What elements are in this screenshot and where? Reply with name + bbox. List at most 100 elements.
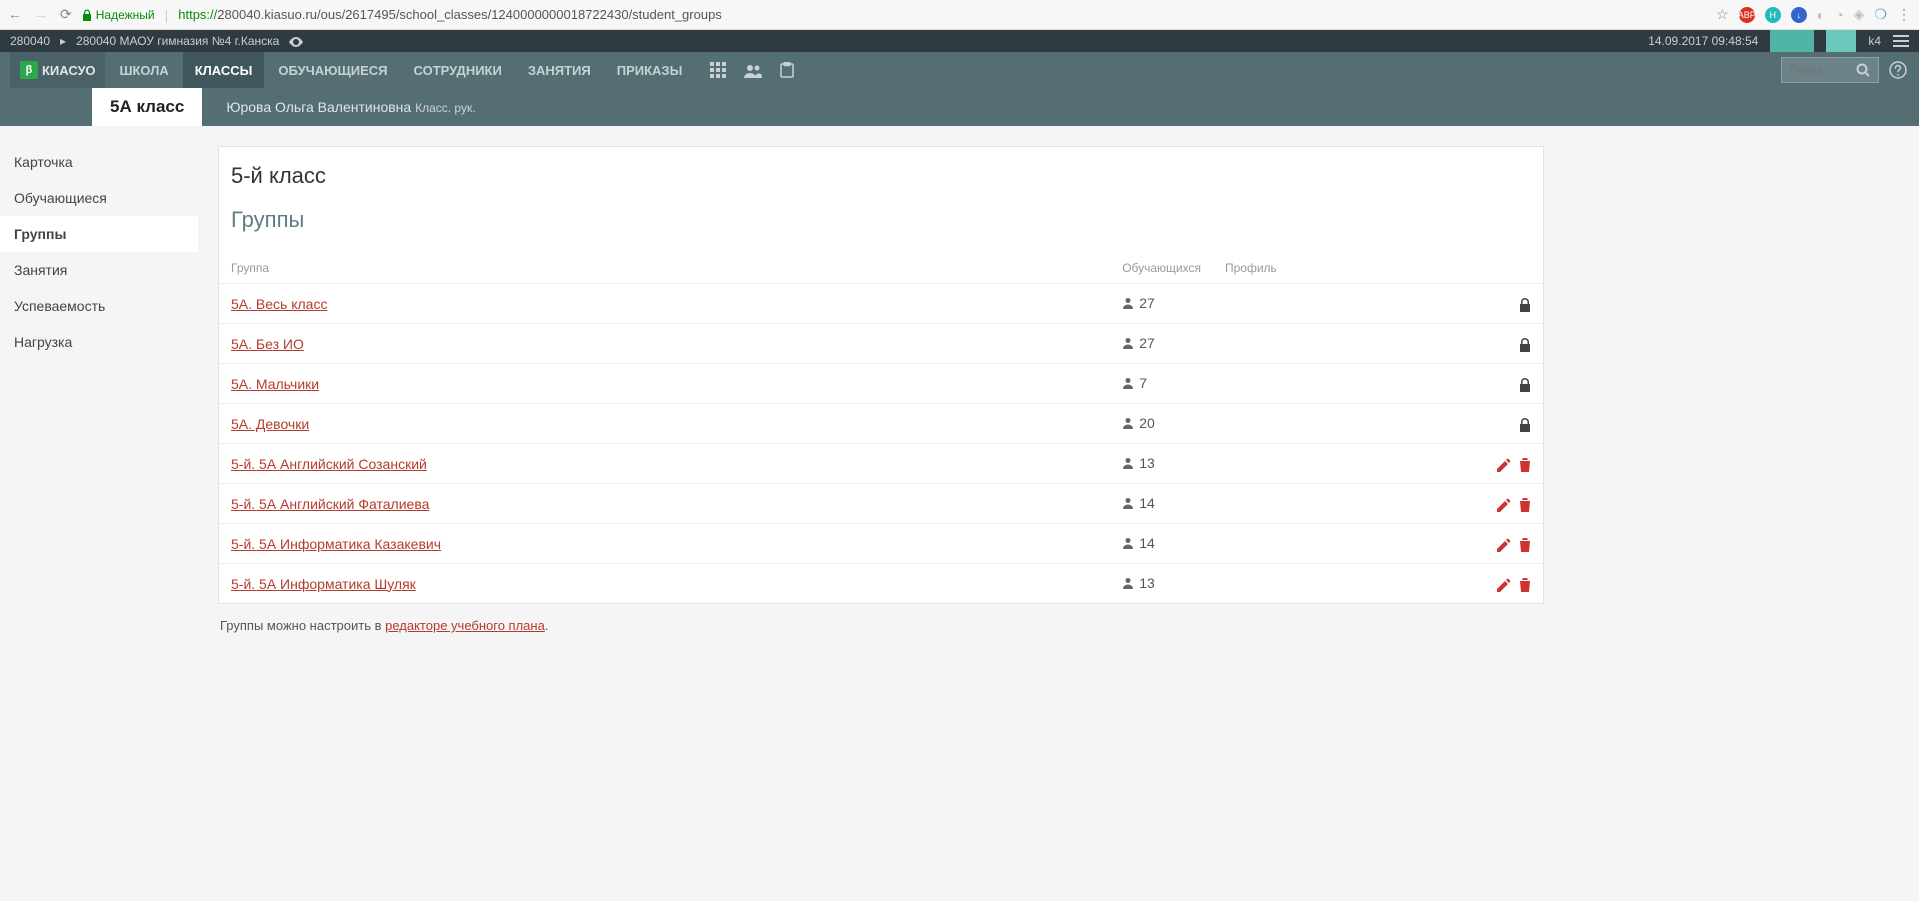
- delete-icon[interactable]: [1519, 495, 1531, 511]
- sidebar: КарточкаОбучающиесяГруппыЗанятияУспеваем…: [0, 126, 198, 667]
- status-block-1[interactable]: [1770, 30, 1814, 52]
- search-icon: [1856, 63, 1870, 77]
- table-row: 5-й. 5А Английский Фаталиева 14: [219, 484, 1543, 524]
- sidebar-item-4[interactable]: Успеваемость: [0, 288, 198, 324]
- edit-icon[interactable]: [1497, 495, 1511, 511]
- secure-indicator: Надежный: [82, 8, 155, 22]
- delete-icon[interactable]: [1519, 575, 1531, 591]
- group-link[interactable]: 5А. Весь класс: [231, 296, 327, 312]
- ext-down-icon[interactable]: ↓: [1791, 7, 1807, 23]
- sidebar-item-2[interactable]: Группы: [0, 216, 198, 252]
- back-icon[interactable]: ←: [8, 6, 22, 23]
- star-icon[interactable]: ☆: [1716, 6, 1729, 23]
- url-scheme: https://: [178, 7, 217, 22]
- student-count: 7: [1122, 375, 1147, 391]
- nav-item-0[interactable]: ШКОЛА: [107, 52, 180, 88]
- menu-icon[interactable]: [1893, 35, 1909, 47]
- nav-item-3[interactable]: СОТРУДНИКИ: [402, 52, 514, 88]
- ext-h-icon[interactable]: H: [1765, 7, 1781, 23]
- people-icon[interactable]: [744, 62, 762, 78]
- col-group: Группа: [219, 253, 1110, 284]
- footnote: Группы можно настроить в редакторе учебн…: [218, 604, 1544, 647]
- brand[interactable]: β КИАСУО: [10, 52, 105, 88]
- lock-icon: [1519, 335, 1531, 351]
- lock-icon: [1519, 295, 1531, 311]
- brand-name: КИАСУО: [42, 63, 95, 78]
- teacher-role: Класс. рук.: [415, 101, 475, 115]
- lock-icon: [1519, 415, 1531, 431]
- teacher-name: Юрова Ольга Валентиновна: [226, 99, 411, 115]
- search-input[interactable]: [1790, 63, 1850, 77]
- edit-icon[interactable]: [1497, 455, 1511, 471]
- sidebar-item-1[interactable]: Обучающиеся: [0, 180, 198, 216]
- ext-cube-icon[interactable]: ◈: [1854, 6, 1865, 23]
- forward-icon[interactable]: →: [34, 6, 48, 23]
- reload-icon[interactable]: ⟳: [60, 6, 72, 23]
- secure-label: Надежный: [96, 8, 155, 22]
- eye-icon[interactable]: [289, 34, 303, 48]
- table-row: 5А. Без ИО 27: [219, 324, 1543, 364]
- lock-icon: [1519, 375, 1531, 391]
- context-bar: 280040 ▸ 280040 МАОУ гимназия №4 г.Канск…: [0, 30, 1919, 52]
- student-count: 14: [1122, 495, 1155, 511]
- url-bar[interactable]: https://280040.kiasuo.ru/ous/2617495/sch…: [178, 7, 1706, 22]
- table-row: 5-й. 5А Информатика Казакевич 14: [219, 524, 1543, 564]
- edit-icon[interactable]: [1497, 575, 1511, 591]
- user-label[interactable]: k4: [1868, 34, 1881, 48]
- groups-table: Группа Обучающихся Профиль 5А. Весь клас…: [219, 253, 1543, 603]
- lock-icon: [82, 9, 92, 21]
- group-link[interactable]: 5А. Без ИО: [231, 336, 304, 352]
- browser-chrome: ← → ⟳ Надежный | https://280040.kiasuo.r…: [0, 0, 1919, 30]
- class-tab[interactable]: 5А класс: [92, 88, 202, 126]
- kebab-icon[interactable]: ⋮: [1897, 6, 1911, 23]
- clipboard-icon[interactable]: [780, 62, 794, 79]
- class-label: 5А класс: [110, 97, 184, 117]
- table-row: 5-й. 5А Информатика Шуляк 13: [219, 564, 1543, 604]
- ext-user-icon[interactable]: ◔: [1835, 7, 1843, 23]
- datetime: 14.09.2017 09:48:54: [1648, 34, 1758, 48]
- browser-nav-buttons: ← → ⟳: [8, 6, 72, 23]
- table-row: 5А. Весь класс 27: [219, 284, 1543, 324]
- beta-badge: β: [20, 61, 38, 79]
- browser-extensions: ☆ ABP H ↓ ◐ ◔ ◈ ❍ ⋮: [1716, 6, 1911, 23]
- search-box[interactable]: [1781, 57, 1879, 83]
- section-title: Группы: [219, 197, 1543, 253]
- nav-item-1[interactable]: КЛАССЫ: [183, 52, 265, 88]
- ext-g-icon[interactable]: ❍: [1874, 6, 1887, 23]
- table-row: 5А. Мальчики 7: [219, 364, 1543, 404]
- sidebar-item-0[interactable]: Карточка: [0, 144, 198, 180]
- url-path: 280040.kiasuo.ru/ous/2617495/school_clas…: [217, 7, 722, 22]
- table-row: 5-й. 5А Английский Созанский 13: [219, 444, 1543, 484]
- content: 5-й класс Группы Группа Обучающихся Проф…: [198, 126, 1558, 667]
- group-link[interactable]: 5-й. 5А Информатика Казакевич: [231, 536, 441, 552]
- org-code[interactable]: 280040: [10, 34, 50, 48]
- main-nav: β КИАСУО ШКОЛАКЛАССЫОБУЧАЮЩИЕСЯСОТРУДНИК…: [0, 52, 1919, 88]
- col-profile: Профиль: [1213, 253, 1473, 284]
- delete-icon[interactable]: [1519, 455, 1531, 471]
- edit-icon[interactable]: [1497, 535, 1511, 551]
- sidebar-item-5[interactable]: Нагрузка: [0, 324, 198, 360]
- sidebar-item-3[interactable]: Занятия: [0, 252, 198, 288]
- group-link[interactable]: 5-й. 5А Английский Созанский: [231, 456, 427, 472]
- teacher-info: Юрова Ольга Валентиновна Класс. рук.: [226, 99, 475, 115]
- page-title: 5-й класс: [219, 147, 1543, 197]
- nav-item-5[interactable]: ПРИКАЗЫ: [605, 52, 695, 88]
- status-block-2[interactable]: [1826, 30, 1856, 52]
- nav-item-4[interactable]: ЗАНЯТИЯ: [516, 52, 603, 88]
- group-link[interactable]: 5-й. 5А Информатика Шуляк: [231, 576, 416, 592]
- ext-cloud-icon[interactable]: ◐: [1817, 7, 1825, 23]
- student-count: 13: [1122, 455, 1155, 471]
- school-name[interactable]: 280040 МАОУ гимназия №4 г.Канска: [76, 34, 279, 48]
- group-link[interactable]: 5-й. 5А Английский Фаталиева: [231, 496, 429, 512]
- abp-icon[interactable]: ABP: [1739, 7, 1755, 23]
- help-icon[interactable]: [1889, 61, 1907, 79]
- group-link[interactable]: 5А. Мальчики: [231, 376, 319, 392]
- student-count: 27: [1122, 335, 1155, 351]
- nav-item-2[interactable]: ОБУЧАЮЩИЕСЯ: [266, 52, 399, 88]
- apps-icon[interactable]: [710, 62, 726, 79]
- sub-header: 5А класс Юрова Ольга Валентиновна Класс.…: [0, 88, 1919, 126]
- student-count: 27: [1122, 295, 1155, 311]
- footnote-link[interactable]: редакторе учебного плана: [385, 618, 545, 633]
- delete-icon[interactable]: [1519, 535, 1531, 551]
- group-link[interactable]: 5А. Девочки: [231, 416, 309, 432]
